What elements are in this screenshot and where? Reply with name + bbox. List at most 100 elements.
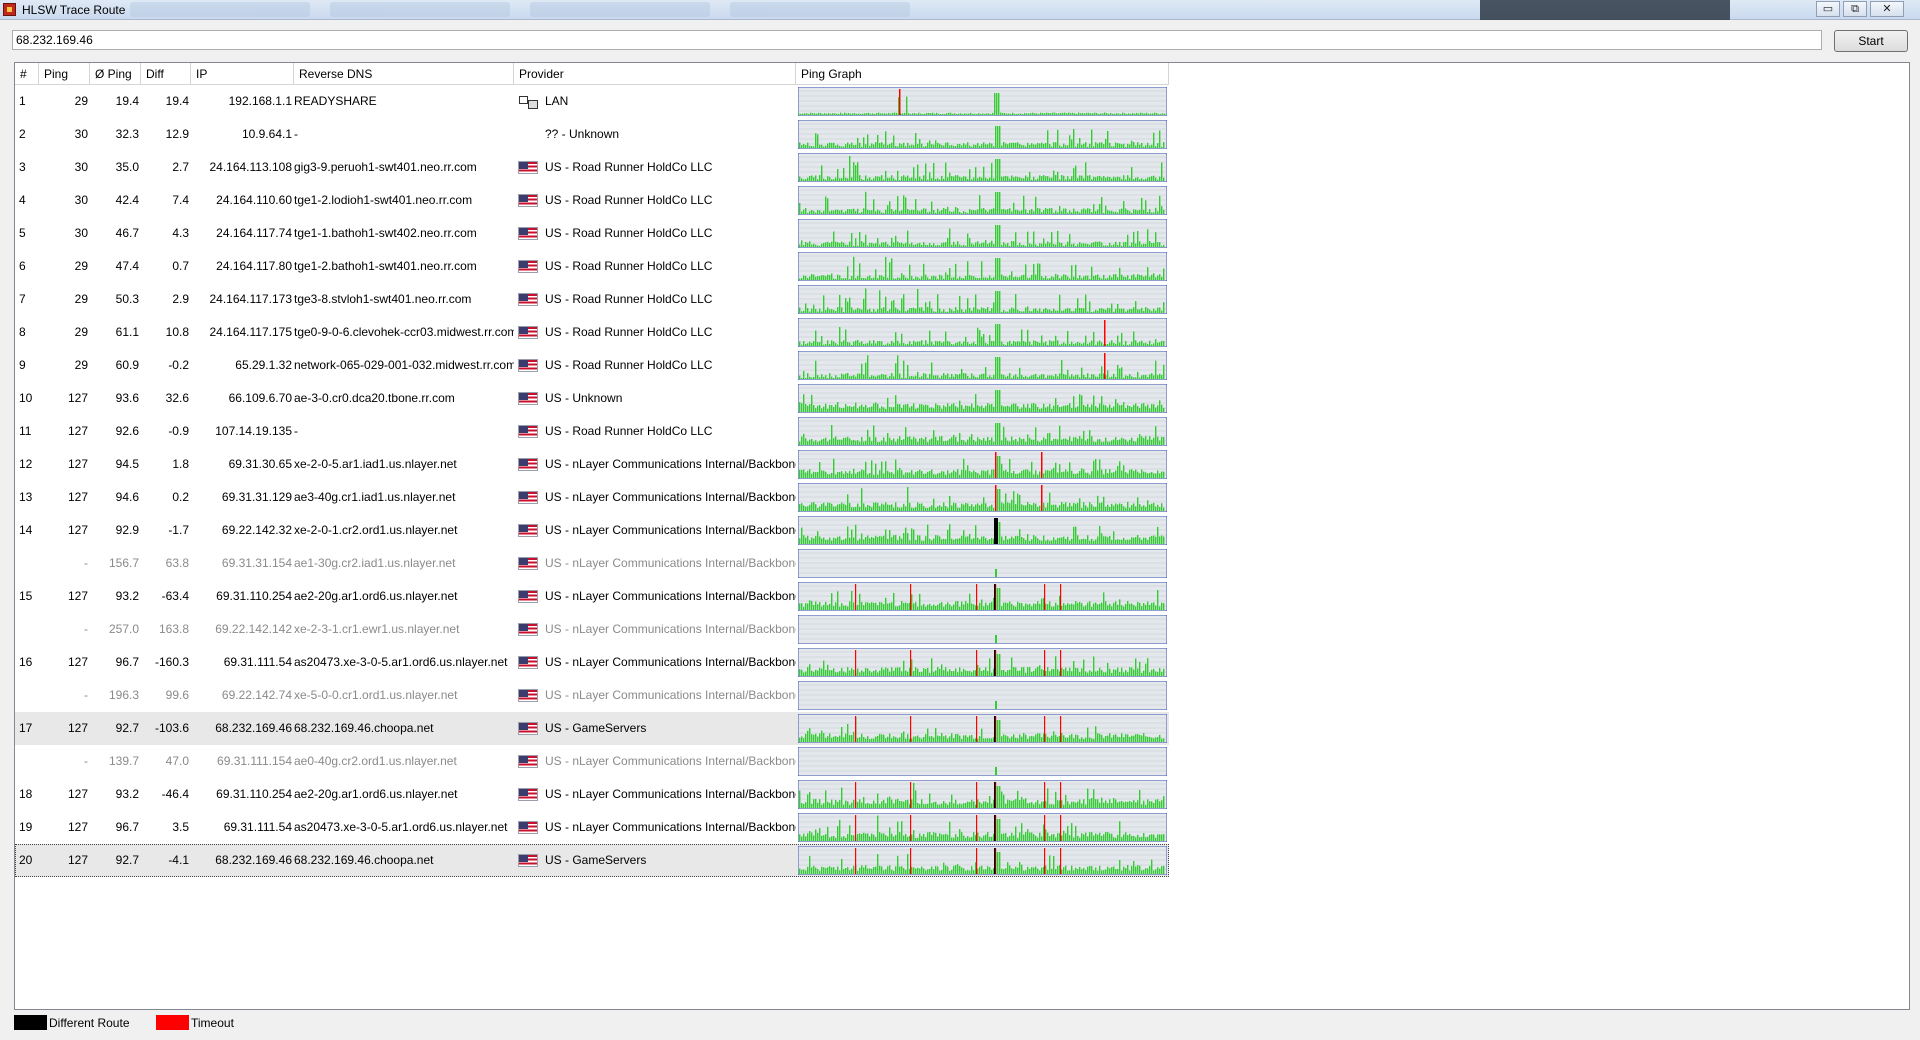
ping-bar — [1105, 309, 1107, 313]
ping-bar — [1059, 344, 1061, 346]
ping-bar — [1027, 403, 1029, 412]
ping-bar — [921, 799, 923, 808]
ping-bar — [1067, 801, 1069, 808]
ping-bar — [1027, 177, 1029, 181]
ping-bar — [845, 404, 847, 412]
column-header-ping-graph[interactable]: Ping Graph — [796, 63, 1169, 85]
ping-bar — [870, 113, 872, 115]
ping-bar — [831, 867, 833, 874]
ping-bar — [1081, 538, 1083, 544]
reverse-dns: tge1-2.bathoh1-swt401.neo.rr.com — [294, 259, 477, 273]
table-row[interactable]: 10 127 93.6 32.6 66.109.6.70 ae-3-0.cr0.dca20… — [15, 382, 1169, 415]
ping-bar — [1143, 869, 1145, 874]
ping-bar — [931, 658, 933, 676]
table-row[interactable]: 20 127 92.7 -4.1 68.232.169.46 68.232.169.46.… — [15, 844, 1169, 877]
ping-bar — [963, 244, 965, 247]
ping-bar — [919, 868, 921, 874]
ping-bar — [981, 336, 983, 346]
ping-bar — [977, 832, 979, 841]
table-row[interactable]: 3 30 35.0 2.7 24.164.113.108 gig3-9.peruoh1-s… — [15, 151, 1169, 184]
ping-bar — [987, 866, 989, 874]
table-row[interactable]: -139.7 47.0 69.31.111.154 ae0-40g.cr2.ord1.… — [15, 745, 1169, 778]
column-header-provider[interactable]: Provider — [514, 63, 796, 85]
ping-bar — [1121, 144, 1123, 148]
ping-bar — [1141, 506, 1143, 511]
table-row[interactable]: 11 127 92.6 -0.9 107.14.19.135- US - Road Run… — [15, 415, 1169, 448]
ping-bar — [1164, 113, 1166, 115]
table-row[interactable]: 2 30 32.3 12.9 10.9.64.1-?? - Unknown — [15, 118, 1169, 151]
ping-bar — [1161, 471, 1163, 478]
column-header-hop[interactable]: # — [15, 63, 39, 85]
table-row[interactable]: 13 127 94.6 0.2 69.31.31.129 ae3-40g.cr1.iad1… — [15, 481, 1169, 514]
table-row[interactable]: -196.3 99.6 69.22.142.74 xe-5-0-0.cr1.ord1.… — [15, 679, 1169, 712]
ping-bar — [867, 309, 869, 313]
table-row[interactable]: 17 127 92.7 -103.6 68.232.169.46 68.232.169.4… — [15, 712, 1169, 745]
ping-bar — [907, 472, 909, 478]
column-header-diff[interactable]: Diff — [141, 63, 191, 85]
table-row[interactable]: -257.0 163.8 69.22.142.142 xe-2-3-1.cr1.ewr… — [15, 613, 1169, 646]
ping-bar — [899, 310, 901, 313]
table-row[interactable]: 18 127 93.2 -46.4 69.31.110.254 ae2-20g.ar1.o… — [15, 778, 1169, 811]
ping-bar — [1086, 112, 1088, 115]
ping-bar — [863, 539, 865, 544]
ping-bar — [803, 245, 805, 247]
table-row[interactable]: 16 127 96.7 -160.3 69.31.111.54 as20473.xe-3-… — [15, 646, 1169, 679]
ping-bar — [1073, 738, 1075, 742]
table-row[interactable]: 4 30 42.4 7.4 24.164.110.60 tge1-2.lodioh1-sw… — [15, 184, 1169, 217]
table-row[interactable]: 6 29 47.4 0.7 24.164.117.80 tge1-2.bathoh1-sw… — [15, 250, 1169, 283]
ping-bar — [809, 175, 811, 181]
ping-bar — [1011, 868, 1013, 874]
maximize-button[interactable]: ⧉ — [1843, 1, 1867, 17]
ping-bar — [985, 738, 987, 742]
table-row[interactable]: 8 29 61.1 10.8 24.164.117.175 tge0-9-0-6.clev… — [15, 316, 1169, 349]
table-row[interactable]: 19 127 96.7 3.5 69.31.111.54 as20473.xe-3-0-5… — [15, 811, 1169, 844]
column-header-ping[interactable]: Ping — [39, 63, 90, 85]
ping-bar — [943, 242, 945, 247]
ping-bar — [845, 504, 847, 511]
table-row[interactable]: 14 127 92.9 -1.7 69.22.142.32 xe-2-0-1.cr2.or… — [15, 514, 1169, 547]
ping-bar — [952, 113, 954, 115]
ping-bar — [1031, 606, 1033, 610]
ping-bar — [915, 342, 917, 346]
ping-bar — [847, 473, 849, 478]
ping-bar — [928, 112, 930, 115]
ping-bar — [1033, 231, 1035, 247]
avg-ping-value: 19.4 — [115, 94, 139, 108]
table-row[interactable]: -156.7 63.8 69.31.31.154 ae1-30g.cr2.iad1.u… — [15, 547, 1169, 580]
different-route-swatch — [14, 1015, 47, 1030]
table-row[interactable]: 5 30 46.7 4.3 24.164.117.74 tge1-1.bathoh1-sw… — [15, 217, 1169, 250]
ping-bar — [819, 440, 821, 445]
ping-bar — [887, 504, 889, 511]
ping-bar — [973, 210, 975, 214]
minimize-button[interactable]: ▭ — [1816, 1, 1840, 17]
ping-bar — [807, 142, 809, 148]
ping-bar — [1101, 469, 1103, 478]
target-address-input[interactable] — [12, 30, 1822, 50]
column-header-reverse-dns[interactable]: Reverse DNS — [294, 63, 514, 85]
start-button[interactable]: Start — [1834, 30, 1908, 52]
ping-bar — [1021, 536, 1023, 544]
ping-bar — [939, 274, 941, 280]
table-row[interactable]: 7 29 50.3 2.9 24.164.117.173 tge3-8.stvloh1-s… — [15, 283, 1169, 316]
ping-bar — [931, 276, 933, 280]
ping-bar — [1045, 800, 1047, 808]
ping-bar — [827, 867, 829, 874]
ping-bar — [827, 377, 829, 379]
us-flag-icon — [518, 656, 538, 669]
table-row[interactable]: 15 127 93.2 -63.4 69.31.110.254 ae2-20g.ar1.o… — [15, 580, 1169, 613]
ping-bar — [1071, 865, 1073, 874]
table-row[interactable]: 9 29 60.9 -0.2 65.29.1.32 network-065-029-001… — [15, 349, 1169, 382]
ping-bar — [829, 670, 831, 676]
ping-bar — [1009, 800, 1011, 808]
ping-bar — [865, 602, 867, 610]
table-row[interactable]: 12 127 94.5 1.8 69.31.30.65 xe-2-0-5.ar1.iad1… — [15, 448, 1169, 481]
ping-bar — [1155, 869, 1157, 874]
column-header-ip[interactable]: IP — [191, 63, 294, 85]
ping-bar — [883, 504, 885, 511]
ping-bar — [1049, 601, 1051, 610]
close-button[interactable]: ✕ — [1870, 1, 1904, 17]
table-row[interactable]: 1 29 19.4 19.4 192.168.1.1 READYSHARE LAN — [15, 85, 1169, 118]
ping-bar — [819, 175, 821, 181]
column-header-avg-ping[interactable]: Ø Ping — [90, 63, 141, 85]
ping-bar — [925, 274, 927, 280]
